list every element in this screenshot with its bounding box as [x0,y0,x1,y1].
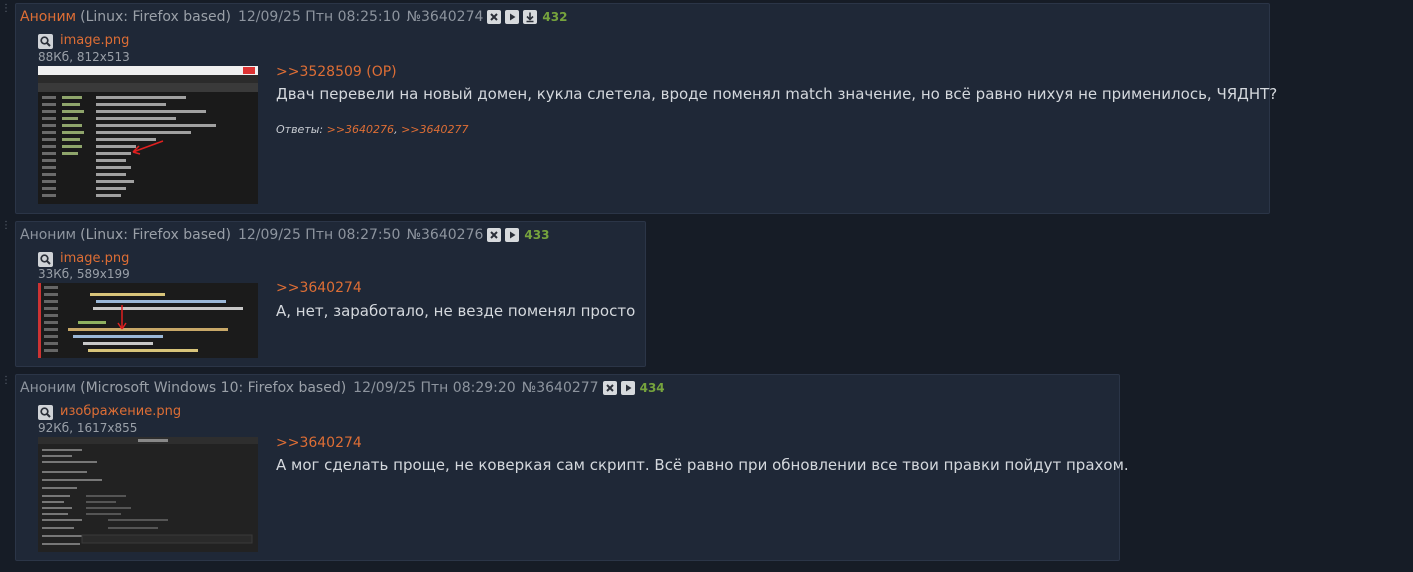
post-date: 12/09/25 Птн 08:25:10 [237,9,401,25]
post-header: Аноним (Linux: Firefox based) 12/09/25 П… [20,8,567,26]
post-number[interactable]: №3640274 [406,8,483,26]
search-icon[interactable] [38,404,53,420]
answer-link[interactable]: >>3640276 [327,123,394,136]
post-date: 12/09/25 Птн 08:27:50 [237,227,401,243]
post-3640276: Аноним (Linux: Firefox based) 12/09/25 П… [15,221,646,367]
answers-label: Ответы: [276,123,324,136]
post-count: 433 [524,228,550,242]
author-name[interactable]: Аноним [20,379,76,397]
post-number[interactable]: №3640276 [406,226,483,244]
image-thumbnail[interactable] [38,66,258,204]
author-system: (Linux: Firefox based) [80,9,231,25]
play-icon[interactable] [505,10,520,24]
post-number[interactable]: №3640277 [522,379,599,397]
download-icon[interactable] [523,10,538,24]
reply-link[interactable]: >>3640274 [276,279,362,297]
post-text: Двач перевели на новый домен, кукла слет… [276,85,1278,103]
close-icon[interactable] [487,10,502,24]
answers-line: Ответы: >>3640276, >>3640277 [276,123,469,136]
file-link[interactable]: image.png [38,251,129,267]
search-icon[interactable] [38,33,53,49]
reply-link[interactable]: >>3528509 (OP) [276,63,397,81]
thread-marker: ⋮ [1,3,12,14]
play-icon[interactable] [620,381,635,395]
image-thumbnail[interactable] [38,283,258,358]
post-count: 432 [542,10,568,24]
post-text: А, нет, заработало, не везде поменял про… [276,302,636,320]
close-icon[interactable] [487,228,502,242]
file-name[interactable]: изображение.png [60,404,181,420]
thread-marker: ⋮ [1,375,12,386]
file-name[interactable]: image.png [60,33,129,49]
play-icon[interactable] [505,228,520,242]
file-name[interactable]: image.png [60,251,129,267]
post-text: А мог сделать проще, не коверкая сам скр… [276,456,1129,474]
thread-marker: ⋮ [1,220,12,231]
author-name[interactable]: Аноним [20,226,76,244]
search-icon[interactable] [38,251,53,267]
post-count: 434 [639,381,665,395]
post-3640277: Аноним (Microsoft Windows 10: Firefox ba… [15,374,1129,561]
author-name[interactable]: Аноним [20,8,76,26]
post-date: 12/09/25 Птн 08:29:20 [353,380,516,396]
answer-link[interactable]: >>3640277 [401,123,468,136]
post-3640274: Аноним (Linux: Firefox based) 12/09/25 П… [15,3,1277,214]
image-thumbnail[interactable] [38,437,258,552]
author-system: (Microsoft Windows 10: Firefox based) [80,380,347,396]
file-info: 33Кб, 589x199 [38,267,130,281]
author-system: (Linux: Firefox based) [80,227,231,243]
close-icon[interactable] [602,381,617,395]
answers-separator: , [394,123,398,136]
post-header: Аноним (Linux: Firefox based) 12/09/25 П… [20,226,549,244]
post-header: Аноним (Microsoft Windows 10: Firefox ba… [20,379,665,397]
file-info: 92Кб, 1617x855 [38,421,138,435]
file-link[interactable]: image.png [38,33,129,49]
file-info: 88Кб, 812x513 [38,50,130,64]
reply-link[interactable]: >>3640274 [276,434,362,452]
file-link[interactable]: изображение.png [38,404,181,420]
